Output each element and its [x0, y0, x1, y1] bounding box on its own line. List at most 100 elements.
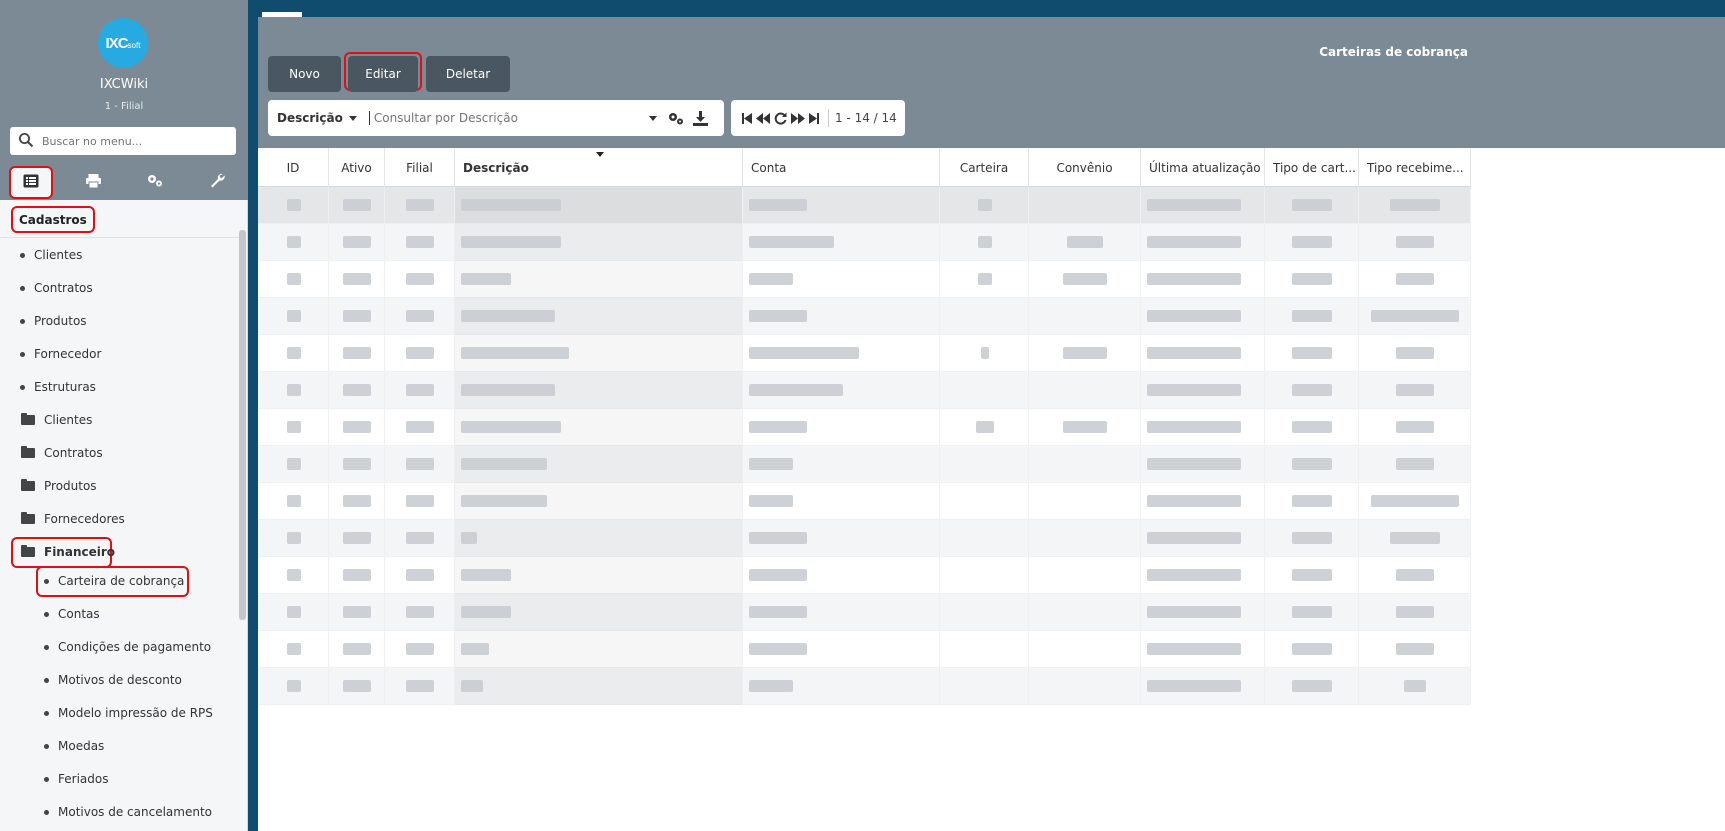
- folder-produtos[interactable]: Produtos: [21, 475, 97, 497]
- redacted-value: [406, 495, 434, 507]
- table-row[interactable]: [258, 446, 1471, 483]
- table-cell: [940, 446, 1029, 483]
- folder-financeiro[interactable]: Financeiro: [21, 541, 115, 563]
- menu-item-condicoes-pagamento[interactable]: Condições de pagamento: [44, 636, 211, 658]
- table-cell: [1029, 335, 1141, 372]
- redacted-value: [406, 458, 434, 470]
- prev-page-icon[interactable]: [756, 112, 770, 124]
- redacted-value: [461, 347, 569, 359]
- menu-item-contas[interactable]: Contas: [44, 603, 100, 625]
- menu-search-input[interactable]: [42, 134, 232, 148]
- table-cell: [1359, 557, 1471, 594]
- table-row[interactable]: [258, 483, 1471, 520]
- table-cell: [1359, 335, 1471, 372]
- refresh-icon[interactable]: [774, 112, 787, 125]
- redacted-value: [749, 310, 807, 322]
- folder-contratos[interactable]: Contratos: [21, 442, 103, 464]
- menu-item-motivos-desconto[interactable]: Motivos de desconto: [44, 669, 182, 691]
- first-page-icon[interactable]: [742, 112, 752, 124]
- next-page-icon[interactable]: [791, 112, 805, 124]
- filter-field-select[interactable]: Descrição: [277, 111, 357, 125]
- menu-item-modelo-rps[interactable]: Modelo impressão de RPS: [44, 702, 213, 724]
- table-row[interactable]: [258, 631, 1471, 668]
- table-body: [258, 187, 1471, 705]
- redacted-value: [749, 569, 807, 581]
- redacted-value: [461, 569, 511, 581]
- table-row[interactable]: [258, 668, 1471, 705]
- tab-list[interactable]: [9, 166, 53, 199]
- menu-item-feriados[interactable]: Feriados: [44, 768, 108, 790]
- table-cell: [1141, 298, 1265, 335]
- editar-button[interactable]: Editar: [348, 56, 418, 92]
- col-filial[interactable]: Filial: [385, 148, 455, 187]
- table-row[interactable]: [258, 335, 1471, 372]
- search-dropdown-icon[interactable]: [648, 115, 657, 121]
- redacted-value: [1396, 273, 1434, 285]
- folder-fornecedores[interactable]: Fornecedores: [21, 508, 125, 530]
- redacted-value: [1404, 680, 1426, 692]
- col-carteira[interactable]: Carteira: [940, 148, 1029, 187]
- table-row[interactable]: [258, 409, 1471, 446]
- redacted-value: [343, 421, 371, 433]
- redacted-value: [406, 347, 434, 359]
- table-cell: [940, 372, 1029, 409]
- menu-item-moedas[interactable]: Moedas: [44, 735, 104, 757]
- menu-item-estruturas[interactable]: Estruturas: [20, 376, 96, 398]
- bullet-icon: [44, 743, 49, 749]
- download-icon[interactable]: [692, 110, 708, 126]
- tab-print[interactable]: [62, 164, 124, 200]
- redacted-value: [1147, 680, 1241, 692]
- folder-clientes[interactable]: Clientes: [21, 409, 92, 431]
- menu-item-carteira-de-cobranca[interactable]: Carteira de cobrança: [44, 570, 184, 592]
- table-cell: [1029, 409, 1141, 446]
- menu-item-contratos[interactable]: Contratos: [20, 277, 93, 299]
- col-ultima-atualizacao[interactable]: Última atualização: [1141, 148, 1265, 187]
- menu-search[interactable]: [10, 127, 236, 155]
- redacted-value: [1371, 495, 1459, 507]
- col-tipo-carteira[interactable]: Tipo de cart...: [1265, 148, 1359, 187]
- bullet-icon: [20, 285, 25, 291]
- table-cell: [258, 557, 329, 594]
- bullet-icon: [44, 644, 49, 650]
- search-input[interactable]: [368, 111, 649, 125]
- tab-tools[interactable]: [186, 164, 248, 200]
- table-cell: [1359, 298, 1471, 335]
- col-id[interactable]: ID: [258, 148, 329, 187]
- table-row[interactable]: [258, 187, 1471, 224]
- col-ativo[interactable]: Ativo: [329, 148, 385, 187]
- table-row[interactable]: [258, 298, 1471, 335]
- section-cadastros[interactable]: Cadastros: [11, 206, 95, 233]
- menu-item-produtos[interactable]: Produtos: [20, 310, 87, 332]
- table-cell: [258, 631, 329, 668]
- table-cell: [329, 187, 385, 224]
- deletar-button[interactable]: Deletar: [426, 56, 510, 92]
- redacted-value: [1396, 458, 1434, 470]
- table-row[interactable]: [258, 224, 1471, 261]
- sidebar-scrollbar[interactable]: [239, 230, 246, 620]
- table-row[interactable]: [258, 594, 1471, 631]
- table-cell: [329, 631, 385, 668]
- menu-item-clientes[interactable]: Clientes: [20, 244, 82, 266]
- table-row[interactable]: [258, 261, 1471, 298]
- table-cell: [1141, 187, 1265, 224]
- table-cell: [1265, 335, 1359, 372]
- tab-settings[interactable]: [124, 164, 186, 200]
- col-convenio[interactable]: Convênio: [1029, 148, 1141, 187]
- col-tipo-recebimento[interactable]: Tipo recebime...: [1359, 148, 1471, 187]
- table-cell: [743, 335, 940, 372]
- table-cell: [743, 187, 940, 224]
- table-row[interactable]: [258, 557, 1471, 594]
- redacted-value: [343, 273, 371, 285]
- table-row[interactable]: [258, 520, 1471, 557]
- gears-icon[interactable]: [667, 111, 685, 126]
- redacted-value: [461, 310, 555, 322]
- menu-item-motivos-cancelamento[interactable]: Motivos de cancelamento: [44, 801, 212, 823]
- col-conta[interactable]: Conta: [743, 148, 940, 187]
- table-row[interactable]: [258, 372, 1471, 409]
- menu-item-fornecedor[interactable]: Fornecedor: [20, 343, 101, 365]
- bullet-icon: [44, 776, 49, 782]
- novo-button[interactable]: Novo: [268, 56, 341, 92]
- redacted-value: [1147, 458, 1241, 470]
- redacted-value: [286, 421, 301, 433]
- last-page-icon[interactable]: [809, 112, 819, 124]
